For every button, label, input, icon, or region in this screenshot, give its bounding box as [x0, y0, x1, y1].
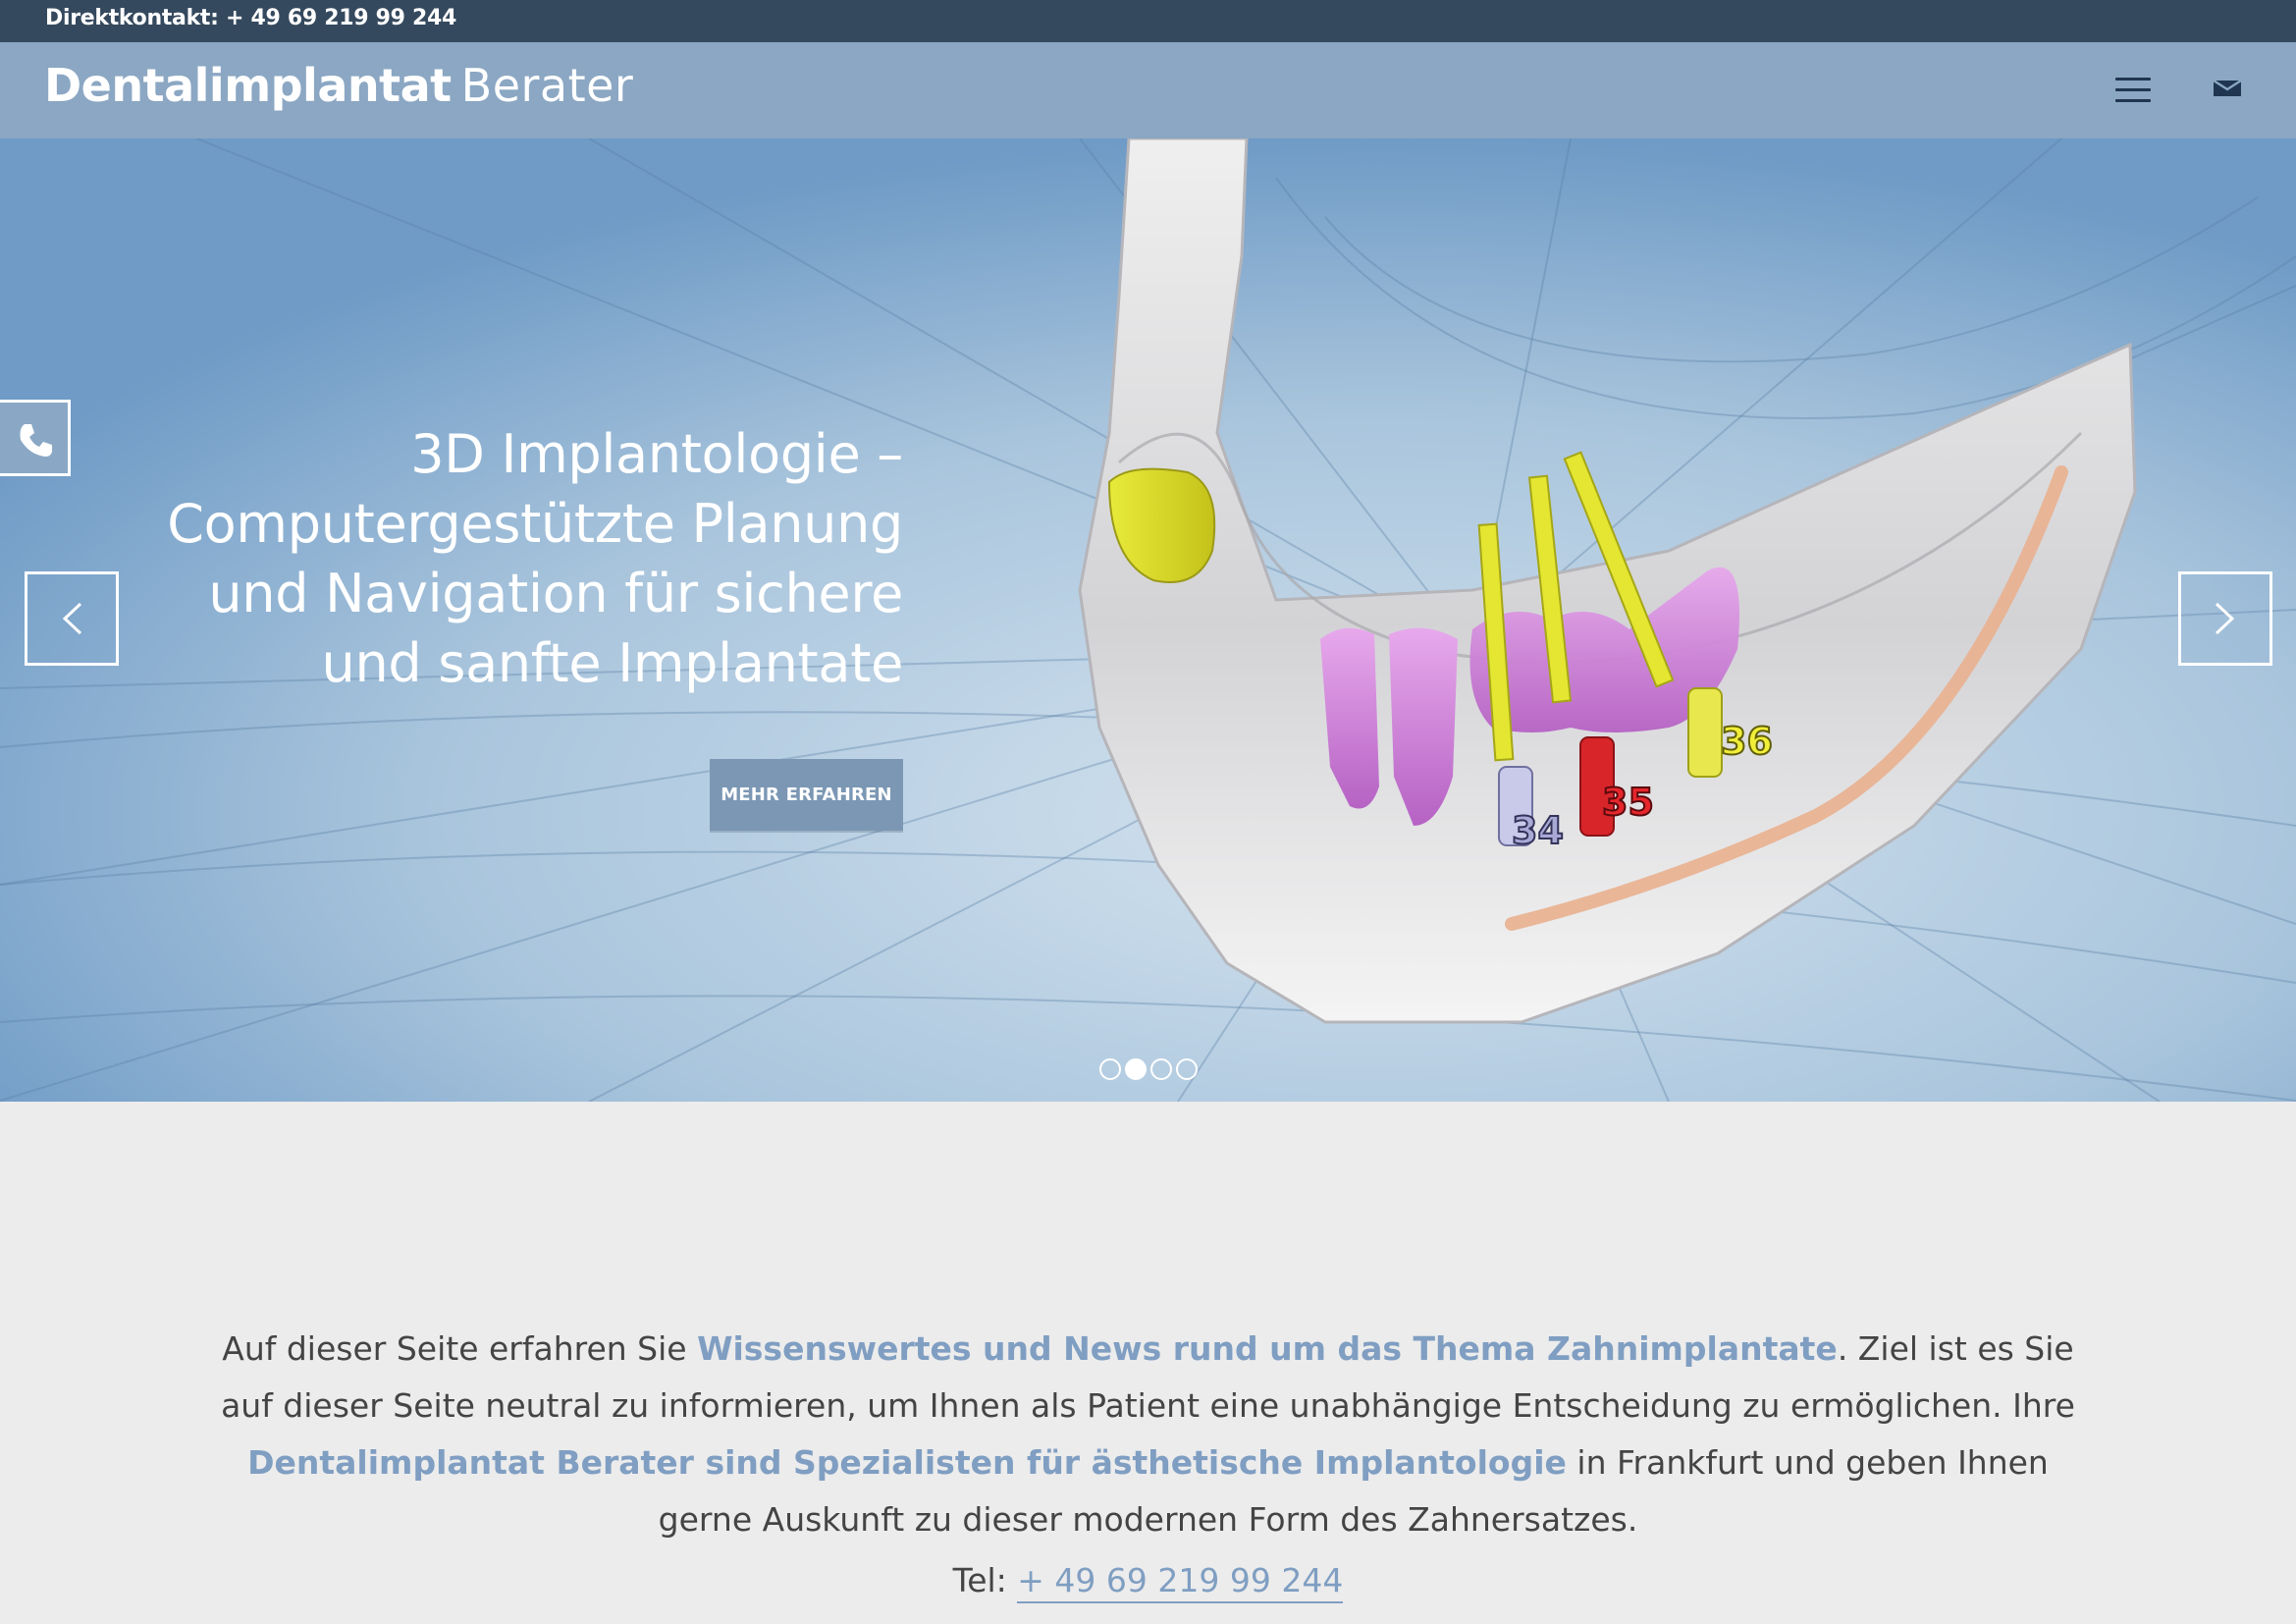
slide-headline-line: und sanfte Implantate: [321, 632, 904, 694]
slider-dot-1[interactable]: [1099, 1058, 1121, 1080]
slider-prev-button[interactable]: [25, 571, 119, 666]
implant-label-35: 35: [1602, 781, 1654, 824]
slide-headline-line: 3D Implantologie –: [410, 423, 903, 485]
slide-headline: 3D Implantologie – Computergestützte Pla…: [157, 419, 903, 698]
hero-slider: 34 35 36 3D Implantologie – Computergest…: [0, 138, 2296, 1102]
tel-link[interactable]: + 49 69 219 99 244: [1017, 1561, 1344, 1603]
telephone-line: Tel: + 49 69 219 99 244: [0, 1555, 2296, 1606]
phone-contact-tab[interactable]: [0, 400, 71, 476]
mehr-erfahren-button[interactable]: MEHR ERFAHREN: [710, 759, 903, 831]
slider-next-button[interactable]: [2178, 571, 2272, 666]
logo-light-text: Berater: [460, 59, 634, 112]
intro-highlight-specialists: Dentalimplantat Berater sind Spezialiste…: [247, 1443, 1567, 1482]
slider-dot-4[interactable]: [1176, 1058, 1198, 1080]
phone-icon: [20, 424, 52, 457]
envelope-icon[interactable]: [2213, 78, 2242, 101]
intro-text: Auf dieser Seite erfahren Sie: [222, 1329, 698, 1368]
slider-pagination: [1099, 1058, 1198, 1082]
logo-strong-text: Dentalimplantat: [44, 59, 452, 112]
slider-dot-2[interactable]: [1125, 1058, 1147, 1080]
slide-headline-line: und Navigation für sichere: [208, 563, 903, 624]
slider-dot-3[interactable]: [1150, 1058, 1172, 1080]
chevron-left-icon: [62, 602, 82, 635]
intro-highlight-news: Wissenswertes und News rund um das Thema…: [697, 1329, 1838, 1368]
implant-label-34: 34: [1512, 809, 1564, 852]
implant-label-36: 36: [1721, 720, 1773, 763]
site-header: Dentalimplantat Berater: [0, 42, 2296, 138]
slide-headline-line: Computergestützte Planung: [167, 493, 903, 555]
direct-contact-bar: Direktkontakt: + 49 69 219 99 244: [0, 0, 2296, 42]
hamburger-menu-icon[interactable]: [2115, 78, 2151, 103]
intro-paragraph: Auf dieser Seite erfahren Sie Wissenswer…: [196, 1321, 2100, 1548]
direct-contact-text: Direktkontakt: + 49 69 219 99 244: [45, 6, 457, 30]
chevron-right-icon: [2215, 602, 2235, 635]
site-logo[interactable]: Dentalimplantat Berater: [44, 56, 633, 115]
tel-label: Tel:: [952, 1561, 1018, 1599]
